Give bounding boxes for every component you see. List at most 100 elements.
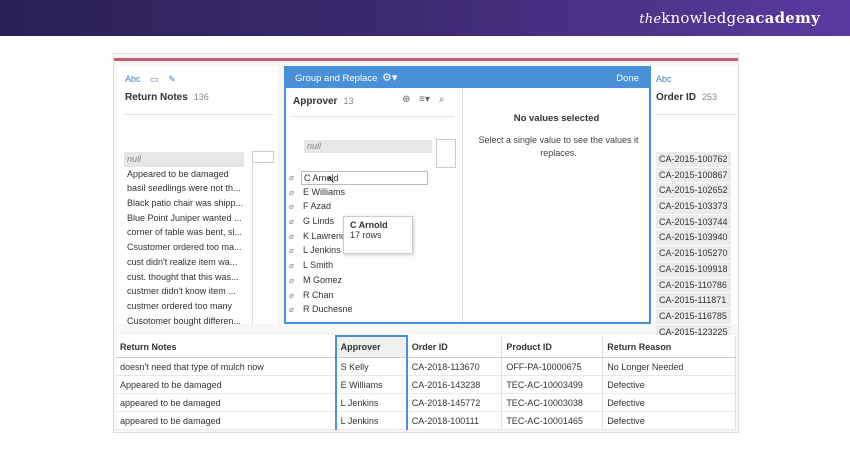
paperclip-icon: ⌀ bbox=[289, 217, 294, 227]
dialog-title: Group and Replace bbox=[295, 73, 378, 84]
table-cell[interactable]: L Jenkins bbox=[334, 411, 408, 430]
paperclip-icon: ⌀ bbox=[289, 275, 294, 285]
approver-row[interactable]: ⌀ R Chan bbox=[289, 288, 428, 303]
order-id-value[interactable]: CA-2015-100867 bbox=[656, 167, 731, 184]
table-row: Appeared to be damaged E Williams CA-2016-… bbox=[116, 375, 736, 394]
approver-name: C Arnold bbox=[301, 170, 428, 185]
paperclip-icon: ⌀ bbox=[289, 246, 294, 256]
approver-row[interactable]: ⌀ R Duchesne bbox=[289, 302, 428, 317]
order-id-value[interactable]: CA-2015-103373 bbox=[656, 199, 731, 215]
list-item[interactable]: cust didn't realize item wa... bbox=[124, 255, 244, 270]
table-cell[interactable]: CA-2018-113670 bbox=[406, 357, 503, 376]
column-header[interactable]: Order ID bbox=[406, 336, 503, 358]
table-cell[interactable]: L Jenkins bbox=[334, 393, 408, 412]
order-id-value[interactable]: CA-2015-116785 bbox=[656, 308, 731, 325]
null-value[interactable]: null bbox=[304, 140, 432, 153]
table-cell[interactable]: CA-2016-143238 bbox=[406, 375, 503, 394]
order-id-value[interactable]: CA-2015-103940 bbox=[656, 230, 731, 247]
order-id-value[interactable]: CA-2015-105270 bbox=[656, 246, 731, 262]
abc-icon[interactable]: Abc bbox=[125, 74, 141, 84]
group-replace-dialog: Group and Replace ⚙▾ Done Approver 13 ⊕ ≡… bbox=[284, 66, 651, 324]
table-cell[interactable]: TEC-AC-10003499 bbox=[501, 375, 604, 394]
table-cell[interactable]: OFF-PA-10000675 bbox=[501, 357, 604, 376]
order-id-value[interactable]: CA-2015-100762 bbox=[656, 152, 731, 168]
approver-name: L Jenkins bbox=[303, 245, 341, 256]
approver-name: R Chan bbox=[303, 289, 334, 300]
divider bbox=[656, 114, 736, 115]
profile-top-line bbox=[114, 58, 738, 61]
list-item[interactable]: cust. thought that this was... bbox=[124, 270, 244, 285]
approver-name: G Linds bbox=[303, 216, 335, 227]
field-title: Order ID 253 bbox=[656, 92, 718, 103]
approver-column: Approver 13 ⊕ ≡▾ ⌕ null ⌀ C Arnold ↖ ⌀ E Will… bbox=[286, 88, 463, 322]
order-id-value[interactable]: CA-2015-103744 bbox=[656, 214, 731, 231]
column-header[interactable]: Product ID bbox=[501, 336, 604, 358]
paperclip-icon: ⌀ bbox=[289, 305, 294, 315]
approver-row[interactable]: ⌀ L Smith bbox=[289, 258, 428, 273]
values-panel: No values selected Select a single value… bbox=[464, 88, 649, 322]
return-notes-card: Abc ▭ ✎ Return Notes 136 null Appeared to … bbox=[116, 66, 278, 326]
table-cell[interactable]: Defective bbox=[602, 375, 736, 394]
field-title: Return Notes 136 bbox=[125, 92, 209, 103]
approver-name: E Williams bbox=[303, 186, 345, 197]
search-icon[interactable]: ⌕ bbox=[439, 94, 445, 105]
filter-icon[interactable]: ▭ bbox=[150, 74, 159, 84]
no-values-hint: Select a single value to see the values … bbox=[478, 135, 639, 158]
order-id-card: Abc Order ID 253 CA-2015-100762 CA-2015-10… bbox=[652, 66, 738, 341]
tableau-prep-screenshot: Abc ▭ ✎ Return Notes 136 null Appeared to … bbox=[113, 53, 739, 433]
table-cell[interactable]: appeared to be damaged bbox=[116, 411, 337, 430]
list-item[interactable]: basil seedlings were not th... bbox=[124, 181, 244, 196]
list-item[interactable]: custmer didn't know item ... bbox=[124, 284, 244, 299]
table-cell[interactable]: doesn't need that type of mulch now bbox=[116, 357, 337, 376]
column-header[interactable]: Approver bbox=[334, 335, 408, 358]
order-id-value[interactable]: CA-2015-110786 bbox=[656, 277, 731, 294]
edit-icon[interactable]: ✎ bbox=[168, 74, 176, 84]
approver-row[interactable]: ⌀ F Azad bbox=[289, 199, 428, 214]
abc-icon[interactable]: Abc bbox=[656, 74, 672, 84]
table-cell[interactable]: No Longer Needed bbox=[602, 357, 736, 376]
approver-row[interactable]: ⌀ E Williams bbox=[289, 185, 428, 200]
approver-row[interactable]: ⌀ C Arnold ↖ bbox=[289, 170, 428, 186]
done-button[interactable]: Done bbox=[616, 73, 639, 84]
add-icon[interactable]: ⊕ bbox=[402, 94, 410, 105]
null-value[interactable]: null bbox=[124, 152, 244, 167]
table-cell[interactable]: CA-2018-145772 bbox=[406, 393, 503, 412]
table-cell[interactable]: E Williams bbox=[334, 375, 408, 394]
order-id-value[interactable]: CA-2015-109918 bbox=[656, 261, 731, 278]
list-item[interactable]: Csustomer ordered too ma... bbox=[124, 240, 244, 255]
approver-name: L Smith bbox=[303, 260, 334, 271]
order-id-value[interactable]: CA-2015-111871 bbox=[656, 293, 731, 309]
list-item[interactable]: Black patio chair was shipp... bbox=[124, 196, 244, 211]
table-cell[interactable]: Defective bbox=[602, 411, 736, 430]
table-row: appeared to be damaged L Jenkins CA-2018-1… bbox=[116, 393, 736, 412]
sort-icon[interactable]: ≡▾ bbox=[419, 94, 430, 105]
table-cell[interactable]: TEC-AC-10001465 bbox=[501, 411, 604, 430]
approver-name: R Duchesne bbox=[303, 304, 353, 315]
column-header[interactable]: Return Notes bbox=[116, 336, 337, 358]
no-values-heading: No values selected bbox=[513, 113, 600, 124]
field-toolbar: Abc ▭ ✎ bbox=[125, 74, 183, 85]
mini-scrollbar[interactable] bbox=[252, 164, 253, 324]
list-item[interactable]: custmer ordered too many bbox=[124, 299, 244, 314]
approver-row[interactable]: ⌀ M Gomez bbox=[289, 273, 428, 288]
gear-icon[interactable]: ⚙▾ bbox=[382, 71, 397, 84]
value-tooltip: C Arnold 17 rows bbox=[343, 216, 413, 254]
divider bbox=[292, 116, 454, 117]
paperclip-icon: ⌀ bbox=[289, 202, 294, 212]
table-cell[interactable]: Appeared to be damaged bbox=[116, 375, 337, 394]
table-cell[interactable]: CA-2018-100111 bbox=[406, 411, 503, 430]
list-item[interactable]: Blue Point Juniper wanted ... bbox=[124, 211, 244, 226]
data-grid: Return Notes Approver Order ID Product ID Re… bbox=[116, 335, 736, 430]
header-banner: theknowledgeacademy bbox=[0, 0, 850, 36]
table-row: appeared to be damaged L Jenkins CA-2018-1… bbox=[116, 411, 736, 430]
list-item[interactable]: Appeared to be damaged bbox=[124, 167, 244, 182]
table-cell[interactable]: TEC-AC-10003038 bbox=[501, 393, 604, 412]
mini-histogram bbox=[252, 151, 274, 163]
table-cell[interactable]: Defective bbox=[602, 393, 736, 412]
list-item[interactable]: corner of table was bent, sl... bbox=[124, 225, 244, 240]
column-header[interactable]: Return Reason bbox=[602, 336, 736, 358]
table-cell[interactable]: S Kelly bbox=[334, 357, 408, 376]
table-cell[interactable]: appeared to be damaged bbox=[116, 393, 337, 412]
list-item[interactable]: Cusotomer bought differen... bbox=[124, 314, 244, 329]
order-id-value[interactable]: CA-2015-102652 bbox=[656, 183, 731, 200]
